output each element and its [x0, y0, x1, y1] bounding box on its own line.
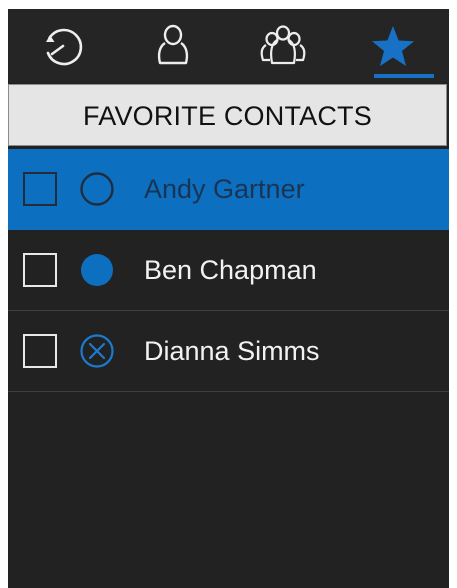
- circle-filled-icon: [81, 254, 113, 286]
- list-item[interactable]: Andy Gartner: [8, 149, 449, 230]
- contact-name: Ben Chapman: [144, 255, 317, 285]
- status-indicator: [79, 252, 115, 288]
- select-checkbox[interactable]: [23, 172, 57, 206]
- tab-favorites[interactable]: [338, 9, 448, 82]
- status-indicator: [79, 333, 115, 369]
- tab-contacts[interactable]: [118, 9, 228, 82]
- contact-name: Dianna Simms: [144, 336, 320, 366]
- tab-history[interactable]: [8, 9, 118, 82]
- group-icon: [260, 24, 306, 64]
- contacts-panel: FAVORITE CONTACTS Andy Gartner Ben Chapm…: [8, 9, 449, 588]
- circle-outline-icon: [80, 172, 114, 206]
- section-header: FAVORITE CONTACTS: [8, 84, 447, 146]
- list-item[interactable]: Dianna Simms: [8, 311, 449, 392]
- tab-bar: [8, 9, 449, 82]
- page-title: FAVORITE CONTACTS: [83, 100, 372, 131]
- circle-x-icon: [80, 334, 114, 368]
- status-indicator: [79, 171, 115, 207]
- history-icon: [46, 28, 83, 65]
- contact-name: Andy Gartner: [144, 174, 305, 204]
- contact-icon: [157, 24, 189, 64]
- select-checkbox[interactable]: [23, 253, 57, 287]
- tab-groups[interactable]: [228, 9, 338, 82]
- contact-list: Andy Gartner Ben Chapman Dianna Simms: [8, 149, 449, 392]
- active-tab-indicator: [374, 74, 434, 78]
- star-icon: [372, 25, 414, 66]
- list-item[interactable]: Ben Chapman: [8, 230, 449, 311]
- select-checkbox[interactable]: [23, 334, 57, 368]
